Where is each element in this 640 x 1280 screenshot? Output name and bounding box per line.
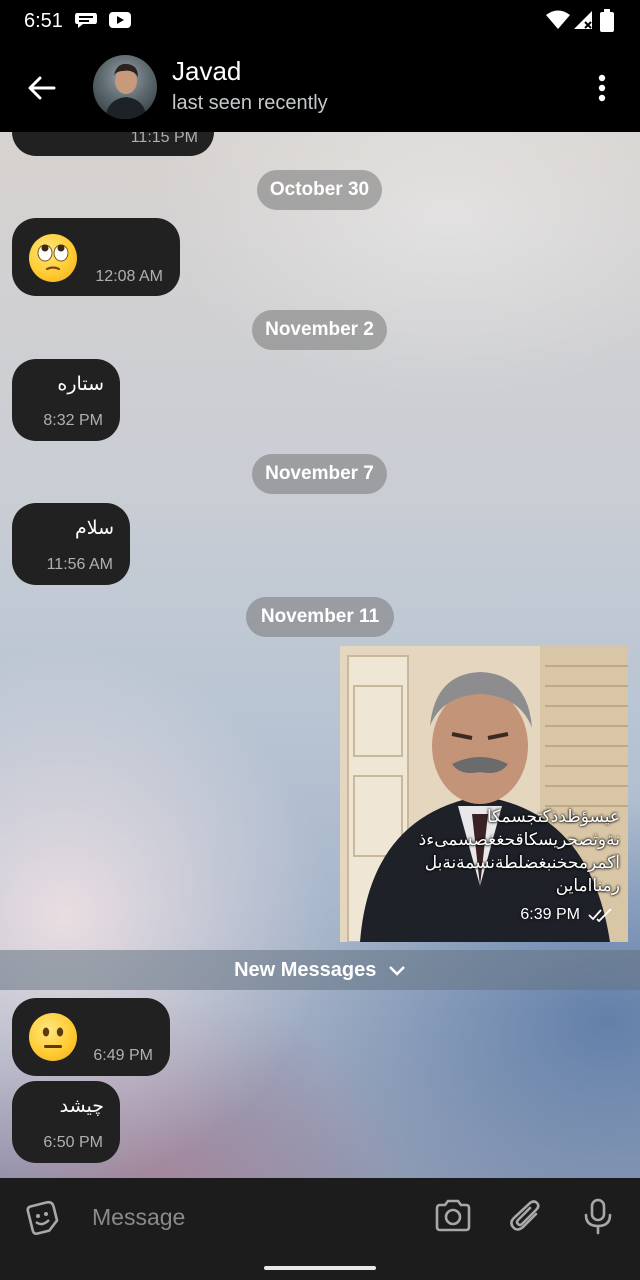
battery-icon: [600, 9, 614, 32]
message-input[interactable]: [92, 1200, 412, 1234]
message-bubble[interactable]: چیشد 6:50 PM: [12, 1081, 120, 1163]
date-separator: November 2: [252, 310, 387, 350]
microphone-icon[interactable]: [578, 1196, 618, 1236]
status-bar: 6:51: [0, 0, 640, 44]
message-text: چیشد: [59, 1095, 104, 1117]
message-time: 11:15 PM: [130, 132, 198, 146]
home-indicator[interactable]: [264, 1266, 376, 1270]
chat-messages[interactable]: 11:15 PM October 30 12:08 AM November 2 …: [0, 132, 640, 1178]
caption-line: عيسؤظدذكتجسمكا: [486, 807, 620, 827]
signal-icon: [574, 11, 592, 29]
new-messages-label: New Messages: [234, 959, 377, 981]
status-time: 6:51: [24, 10, 63, 32]
image-caption: عيسؤظدذكتجسمكا نةوثصحريسكاقحغغصسمىءذ اكم…: [350, 806, 620, 898]
double-check-icon: [588, 908, 612, 922]
message-input-bar: [0, 1178, 640, 1280]
camera-icon[interactable]: [433, 1196, 473, 1236]
chevron-down-icon: [389, 965, 405, 976]
caption-line: اكمرمحخنبغضلطةنسمةنةبل: [424, 853, 620, 873]
new-messages-divider: New Messages: [0, 950, 640, 990]
caption-line: نةوثصحريسكاقحغغصسمىءذ: [418, 830, 620, 850]
image-message[interactable]: عيسؤظدذكتجسمكا نةوثصحريسكاقحغغصسمىءذ اكم…: [340, 646, 628, 942]
date-separator: November 7: [252, 454, 387, 494]
caption-line: رمنااماين: [555, 876, 620, 896]
message-text: ستاره: [57, 373, 104, 395]
attach-icon[interactable]: [506, 1196, 546, 1236]
date-separator: November 11: [246, 597, 394, 637]
message-time: 12:08 AM: [95, 268, 163, 285]
message-bubble[interactable]: 6:49 PM: [12, 998, 170, 1076]
message-time: 8:32 PM: [43, 412, 103, 429]
youtube-icon: [109, 12, 131, 28]
avatar-image: [105, 63, 147, 119]
contact-name[interactable]: Javad: [172, 56, 241, 87]
message-text: سلام: [74, 517, 114, 539]
arrow-left-icon[interactable]: [20, 66, 64, 110]
message-time: 11:56 AM: [46, 556, 113, 573]
chat-header: Javad last seen recently: [0, 44, 640, 132]
sticker-icon[interactable]: [22, 1198, 62, 1238]
message-bubble[interactable]: ستاره 8:32 PM: [12, 359, 120, 441]
more-vert-icon[interactable]: [584, 68, 620, 108]
neutral-face-icon: [29, 1013, 77, 1061]
message-bubble[interactable]: 12:08 AM: [12, 218, 180, 296]
date-separator: October 30: [257, 170, 382, 210]
avatar[interactable]: [93, 55, 157, 119]
message-time: 6:49 PM: [93, 1047, 153, 1064]
message-time: 6:39 PM: [520, 906, 580, 923]
chat-bubble-icon: [75, 13, 97, 28]
contact-status: last seen recently: [172, 92, 328, 114]
message-bubble[interactable]: 11:15 PM: [12, 132, 214, 156]
message-bubble[interactable]: سلام 11:56 AM: [12, 503, 130, 585]
face-rolling-eyes-icon: [29, 234, 77, 282]
message-time: 6:50 PM: [43, 1134, 103, 1151]
wifi-icon: [546, 10, 570, 29]
